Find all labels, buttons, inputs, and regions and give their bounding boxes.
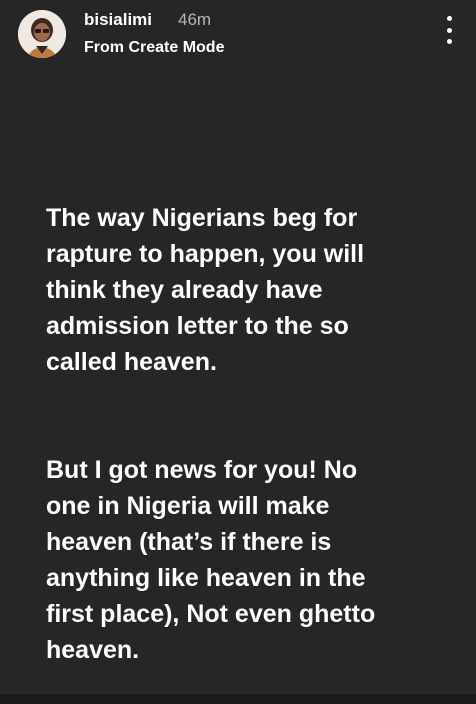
more-vertical-icon	[446, 16, 452, 21]
story-viewer: bisialimi 46m From Create Mode The way N…	[0, 0, 476, 694]
more-options-button[interactable]	[444, 16, 454, 44]
username[interactable]: bisialimi	[84, 10, 152, 30]
story-paragraph: The way Nigerians beg for rapture to hap…	[46, 204, 365, 376]
story-text: The way Nigerians beg for rapture to hap…	[46, 164, 446, 704]
avatar-image	[18, 10, 66, 58]
more-vertical-icon	[446, 39, 452, 44]
more-vertical-icon	[446, 27, 452, 33]
story-header: bisialimi 46m From Create Mode	[0, 0, 476, 70]
avatar[interactable]	[18, 10, 66, 58]
story-paragraph: But I got news for you! No one in Nigeri…	[46, 456, 376, 664]
post-time: 46m	[178, 10, 212, 29]
story-source-label: From Create Mode	[84, 39, 225, 56]
